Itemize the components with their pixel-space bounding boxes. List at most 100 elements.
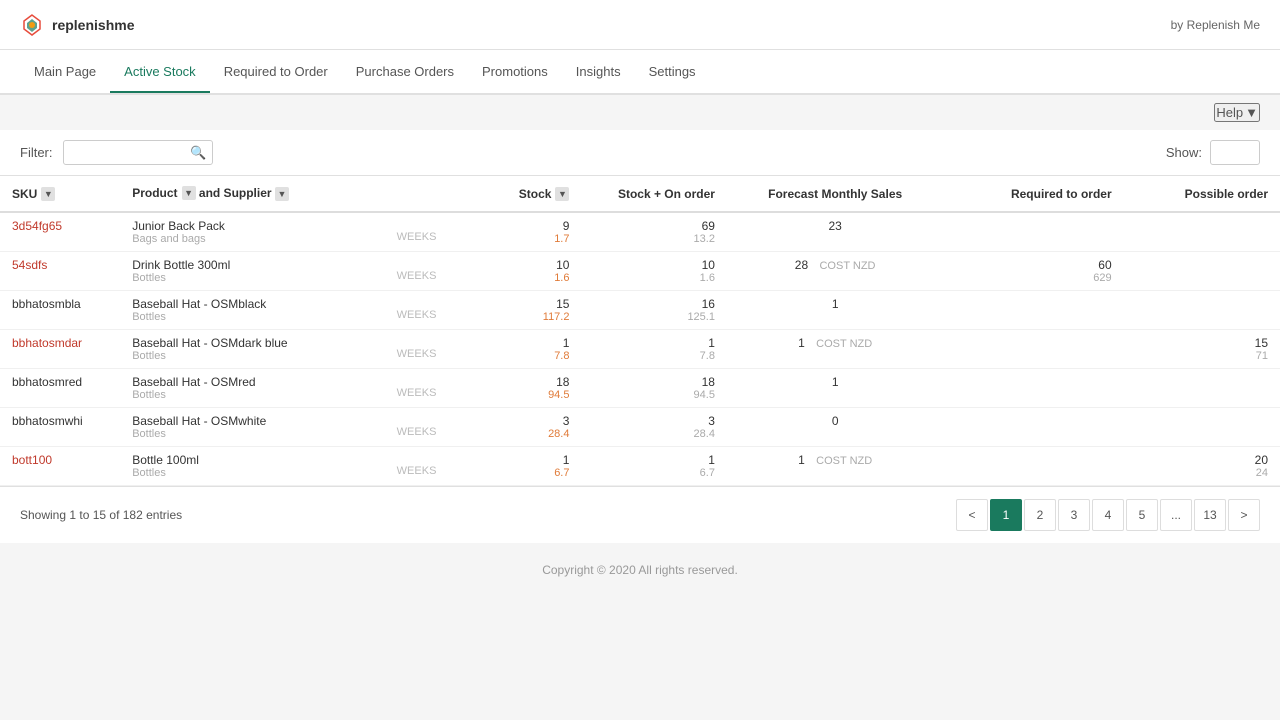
stock-sub: 1.6 bbox=[473, 272, 569, 284]
possible-main: 15 bbox=[1136, 336, 1268, 350]
show-input[interactable] bbox=[1210, 140, 1260, 165]
cell-sku[interactable]: bbhatosmdar bbox=[0, 330, 120, 369]
table-row: 54sdfs Drink Bottle 300ml Bottles WEEKS … bbox=[0, 252, 1280, 291]
navigation: Main Page Active Stock Required to Order… bbox=[0, 50, 1280, 95]
nav-insights[interactable]: Insights bbox=[562, 52, 635, 93]
cell-required bbox=[943, 212, 1123, 252]
stock-table: SKU ▼ Product ▼ and Supplier ▼ Stock bbox=[0, 176, 1280, 486]
stock-main: 18 bbox=[473, 375, 569, 389]
nav-settings[interactable]: Settings bbox=[635, 52, 710, 93]
cell-required: 60 629 bbox=[943, 252, 1123, 291]
product-sub: Bottles bbox=[132, 389, 372, 401]
cell-required bbox=[943, 291, 1123, 330]
nav-promotions[interactable]: Promotions bbox=[468, 52, 562, 93]
help-bar: Help ▼ bbox=[0, 95, 1280, 130]
col-header-weeks bbox=[385, 176, 462, 212]
cell-stock: 10 1.6 bbox=[461, 252, 581, 291]
search-icon: 🔍 bbox=[190, 145, 206, 161]
cell-sku: bbhatosmwhi bbox=[0, 408, 120, 447]
app-name: replenishme bbox=[52, 17, 134, 33]
cell-required bbox=[943, 330, 1123, 369]
possible-sub: 71 bbox=[1136, 350, 1268, 362]
cell-sku[interactable]: 3d54fg65 bbox=[0, 212, 120, 252]
forecast-value: 1 bbox=[832, 375, 839, 389]
sku-sort-icon[interactable]: ▼ bbox=[41, 187, 55, 201]
stock-sub: 28.4 bbox=[473, 428, 569, 440]
cell-stock: 18 94.5 bbox=[461, 369, 581, 408]
possible-main: 20 bbox=[1136, 453, 1268, 467]
stock-plus-sub: 13.2 bbox=[593, 233, 714, 245]
cell-possible bbox=[1124, 408, 1280, 447]
cell-stock-plus: 16 125.1 bbox=[581, 291, 726, 330]
col-header-stock-on-order: Stock + On order bbox=[581, 176, 726, 212]
cell-forecast: 1 bbox=[727, 291, 943, 330]
pagination-page-4[interactable]: 4 bbox=[1092, 499, 1124, 531]
supplier-sort-icon[interactable]: ▼ bbox=[275, 187, 289, 201]
cell-forecast: 1 bbox=[727, 369, 943, 408]
cell-sku[interactable]: bott100 bbox=[0, 447, 120, 486]
product-sub: Bottles bbox=[132, 350, 372, 362]
pagination-page-1[interactable]: 1 bbox=[990, 499, 1022, 531]
col-header-possible: Possible order bbox=[1124, 176, 1280, 212]
filter-label: Filter: bbox=[20, 145, 53, 160]
cost-nzd: COST NZD bbox=[816, 338, 872, 350]
filter-section: Filter: 🔍 bbox=[20, 140, 213, 165]
cell-possible bbox=[1124, 252, 1280, 291]
stock-sub: 6.7 bbox=[473, 467, 569, 479]
cell-possible bbox=[1124, 212, 1280, 252]
stock-sub: 94.5 bbox=[473, 389, 569, 401]
table-row: bbhatosmred Baseball Hat - OSMred Bottle… bbox=[0, 369, 1280, 408]
table-row: bbhatosmbla Baseball Hat - OSMblack Bott… bbox=[0, 291, 1280, 330]
cell-weeks: WEEKS bbox=[385, 408, 462, 447]
cell-product: Baseball Hat - OSMblack Bottles bbox=[120, 291, 384, 330]
filter-bar: Filter: 🔍 Show: bbox=[0, 130, 1280, 176]
col-header-product: Product ▼ and Supplier ▼ bbox=[120, 176, 384, 212]
cell-stock-plus: 69 13.2 bbox=[581, 212, 726, 252]
stock-sub: 1.7 bbox=[473, 233, 569, 245]
pagination-page-13[interactable]: 13 bbox=[1194, 499, 1226, 531]
pagination-page-5[interactable]: 5 bbox=[1126, 499, 1158, 531]
nav-main-page[interactable]: Main Page bbox=[20, 52, 110, 93]
forecast-value: 28 bbox=[795, 258, 808, 272]
cell-required bbox=[943, 447, 1123, 486]
data-table-container: SKU ▼ Product ▼ and Supplier ▼ Stock bbox=[0, 176, 1280, 486]
product-name: Bottle 100ml bbox=[132, 453, 372, 467]
product-name: Baseball Hat - OSMred bbox=[132, 375, 372, 389]
product-sub: Bottles bbox=[132, 272, 372, 284]
stock-sort-icon[interactable]: ▼ bbox=[555, 187, 569, 201]
footer-text: Copyright © 2020 All rights reserved. bbox=[542, 563, 738, 577]
cell-forecast: 28 COST NZD bbox=[727, 252, 943, 291]
stock-plus-sub: 94.5 bbox=[593, 389, 714, 401]
filter-input-wrapper: 🔍 bbox=[63, 140, 213, 165]
pagination-prev[interactable]: < bbox=[956, 499, 988, 531]
pagination-page-...[interactable]: ... bbox=[1160, 499, 1192, 531]
col-header-sku: SKU ▼ bbox=[0, 176, 120, 212]
cell-stock-plus: 1 6.7 bbox=[581, 447, 726, 486]
cell-product: Baseball Hat - OSMdark blue Bottles bbox=[120, 330, 384, 369]
cell-forecast: 0 bbox=[727, 408, 943, 447]
product-sort-icon[interactable]: ▼ bbox=[182, 186, 196, 200]
cell-possible bbox=[1124, 291, 1280, 330]
stock-main: 1 bbox=[473, 453, 569, 467]
cell-stock: 3 28.4 bbox=[461, 408, 581, 447]
show-label: Show: bbox=[1166, 145, 1202, 160]
cell-weeks: WEEKS bbox=[385, 252, 462, 291]
pagination-page-3[interactable]: 3 bbox=[1058, 499, 1090, 531]
table-row: bbhatosmwhi Baseball Hat - OSMwhite Bott… bbox=[0, 408, 1280, 447]
possible-sub: 24 bbox=[1136, 467, 1268, 479]
cell-stock: 9 1.7 bbox=[461, 212, 581, 252]
nav-purchase-orders[interactable]: Purchase Orders bbox=[342, 52, 468, 93]
cell-weeks: WEEKS bbox=[385, 330, 462, 369]
nav-required-to-order[interactable]: Required to Order bbox=[210, 52, 342, 93]
cell-stock-plus: 18 94.5 bbox=[581, 369, 726, 408]
stock-plus-main: 3 bbox=[593, 414, 714, 428]
pagination-page-2[interactable]: 2 bbox=[1024, 499, 1056, 531]
pagination-next[interactable]: > bbox=[1228, 499, 1260, 531]
cell-possible bbox=[1124, 369, 1280, 408]
help-button[interactable]: Help ▼ bbox=[1214, 103, 1260, 122]
cell-required bbox=[943, 369, 1123, 408]
cell-sku[interactable]: 54sdfs bbox=[0, 252, 120, 291]
nav-active-stock[interactable]: Active Stock bbox=[110, 52, 210, 93]
cell-sku: bbhatosmbla bbox=[0, 291, 120, 330]
cell-sku: bbhatosmred bbox=[0, 369, 120, 408]
